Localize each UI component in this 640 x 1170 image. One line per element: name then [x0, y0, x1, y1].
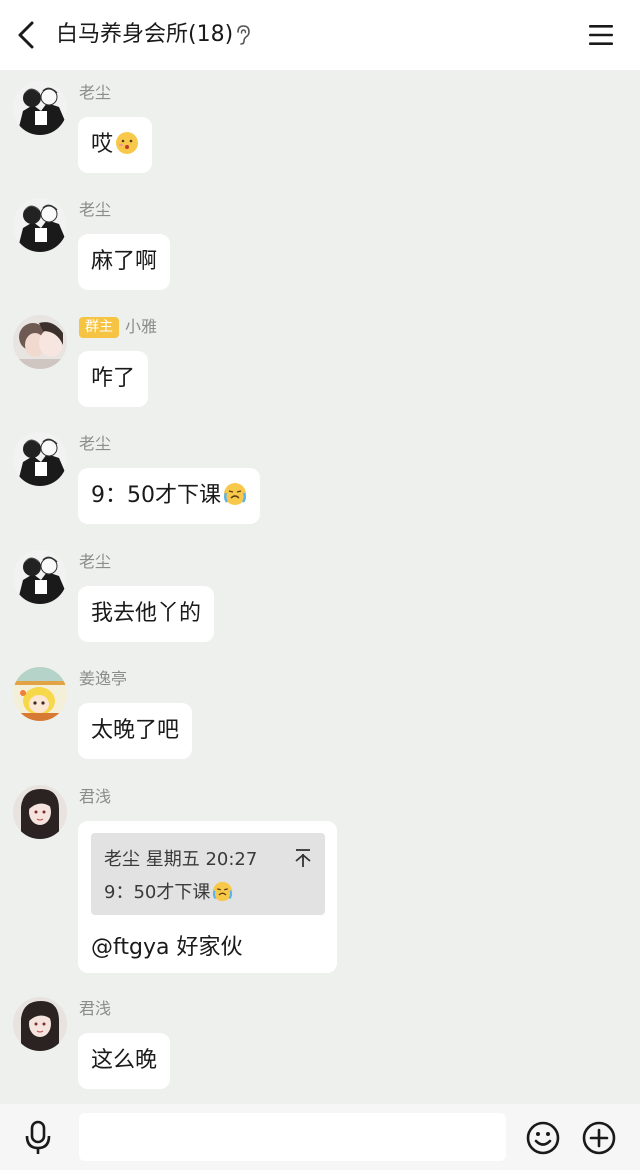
quoted-meta: 老尘 星期五 20:27 — [104, 849, 258, 870]
avatar[interactable] — [13, 432, 67, 486]
sender-row: 君浅 — [79, 786, 111, 808]
crying-face-emoji — [212, 881, 233, 902]
message-text: 太晚了吧 — [91, 718, 180, 743]
message-text: 麻了啊 — [91, 249, 158, 274]
quoted-message[interactable]: 老尘 星期五 20:27 9：50才下课 — [91, 833, 325, 915]
sender-name: 君浅 — [79, 787, 112, 806]
sender-row: 老尘 — [79, 433, 111, 455]
top-bar: 白马养身会所(18) — [0, 0, 640, 70]
sender-name: 老尘 — [79, 200, 112, 219]
avatar[interactable] — [13, 550, 67, 604]
group-owner-badge: 群主 — [79, 316, 119, 338]
avatar[interactable] — [13, 198, 67, 252]
sender-row: 群主 小雅 — [79, 316, 157, 338]
sender-row: 姜逸亭 — [79, 668, 127, 690]
input-bar — [0, 1104, 640, 1170]
pouting-face-emoji — [115, 131, 139, 155]
sender-name: 老尘 — [79, 83, 112, 102]
hamburger-menu-icon — [589, 25, 613, 45]
sender-name: 小雅 — [125, 317, 158, 336]
reply-text: @ftgya 好家伙 — [91, 935, 243, 960]
message-bubble[interactable]: 咋了 — [78, 351, 149, 407]
more-button[interactable] — [581, 1120, 617, 1156]
message-text: 我去他丫的 — [91, 601, 202, 626]
message-text: 咋了 — [91, 366, 136, 391]
sender-row: 老尘 — [79, 82, 111, 104]
message-text: 9：50才下课 — [91, 483, 221, 508]
reply-message-bubble[interactable]: 老尘 星期五 20:27 9：50才下课 @ftgya 好家伙 — [78, 821, 337, 973]
back-button[interactable] — [12, 18, 44, 52]
avatar[interactable] — [13, 81, 67, 135]
sender-name: 老尘 — [79, 552, 112, 571]
message-bubble[interactable]: 9：50才下课 — [78, 468, 260, 524]
message-bubble[interactable]: 太晚了吧 — [78, 703, 193, 759]
emoji-button[interactable] — [525, 1120, 561, 1156]
sender-row: 老尘 — [79, 199, 111, 221]
sender-name: 老尘 — [79, 434, 112, 453]
avatar[interactable] — [13, 315, 67, 369]
avatar[interactable] — [13, 785, 67, 839]
sender-row: 君浅 — [79, 998, 111, 1020]
avatar[interactable] — [13, 667, 67, 721]
ear-icon — [237, 25, 250, 45]
plus-circle-icon — [582, 1121, 616, 1155]
voice-button[interactable] — [22, 1120, 54, 1156]
chevron-left-icon — [18, 21, 34, 49]
menu-button[interactable] — [586, 21, 616, 49]
message-input[interactable] — [79, 1113, 506, 1161]
smiley-icon — [526, 1121, 560, 1155]
quoted-text: 9：50才下课 — [104, 882, 211, 903]
sender-name: 姜逸亭 — [79, 669, 128, 688]
sender-name: 君浅 — [79, 999, 112, 1018]
jump-to-quote-icon[interactable] — [293, 847, 313, 869]
quoted-text-row: 9：50才下课 — [104, 878, 233, 904]
message-bubble[interactable]: 哎 — [78, 117, 153, 173]
message-bubble[interactable]: 我去他丫的 — [78, 586, 215, 642]
avatar[interactable] — [13, 997, 67, 1051]
chat-title: 白马养身会所(18) — [56, 22, 234, 47]
message-text: 这么晚 — [91, 1048, 158, 1073]
message-bubble[interactable]: 麻了啊 — [78, 234, 171, 290]
microphone-icon — [25, 1120, 51, 1154]
crying-face-emoji — [223, 482, 247, 506]
sender-row: 老尘 — [79, 551, 111, 573]
message-text: 哎 — [91, 132, 114, 157]
message-bubble[interactable]: 这么晚 — [78, 1033, 171, 1089]
